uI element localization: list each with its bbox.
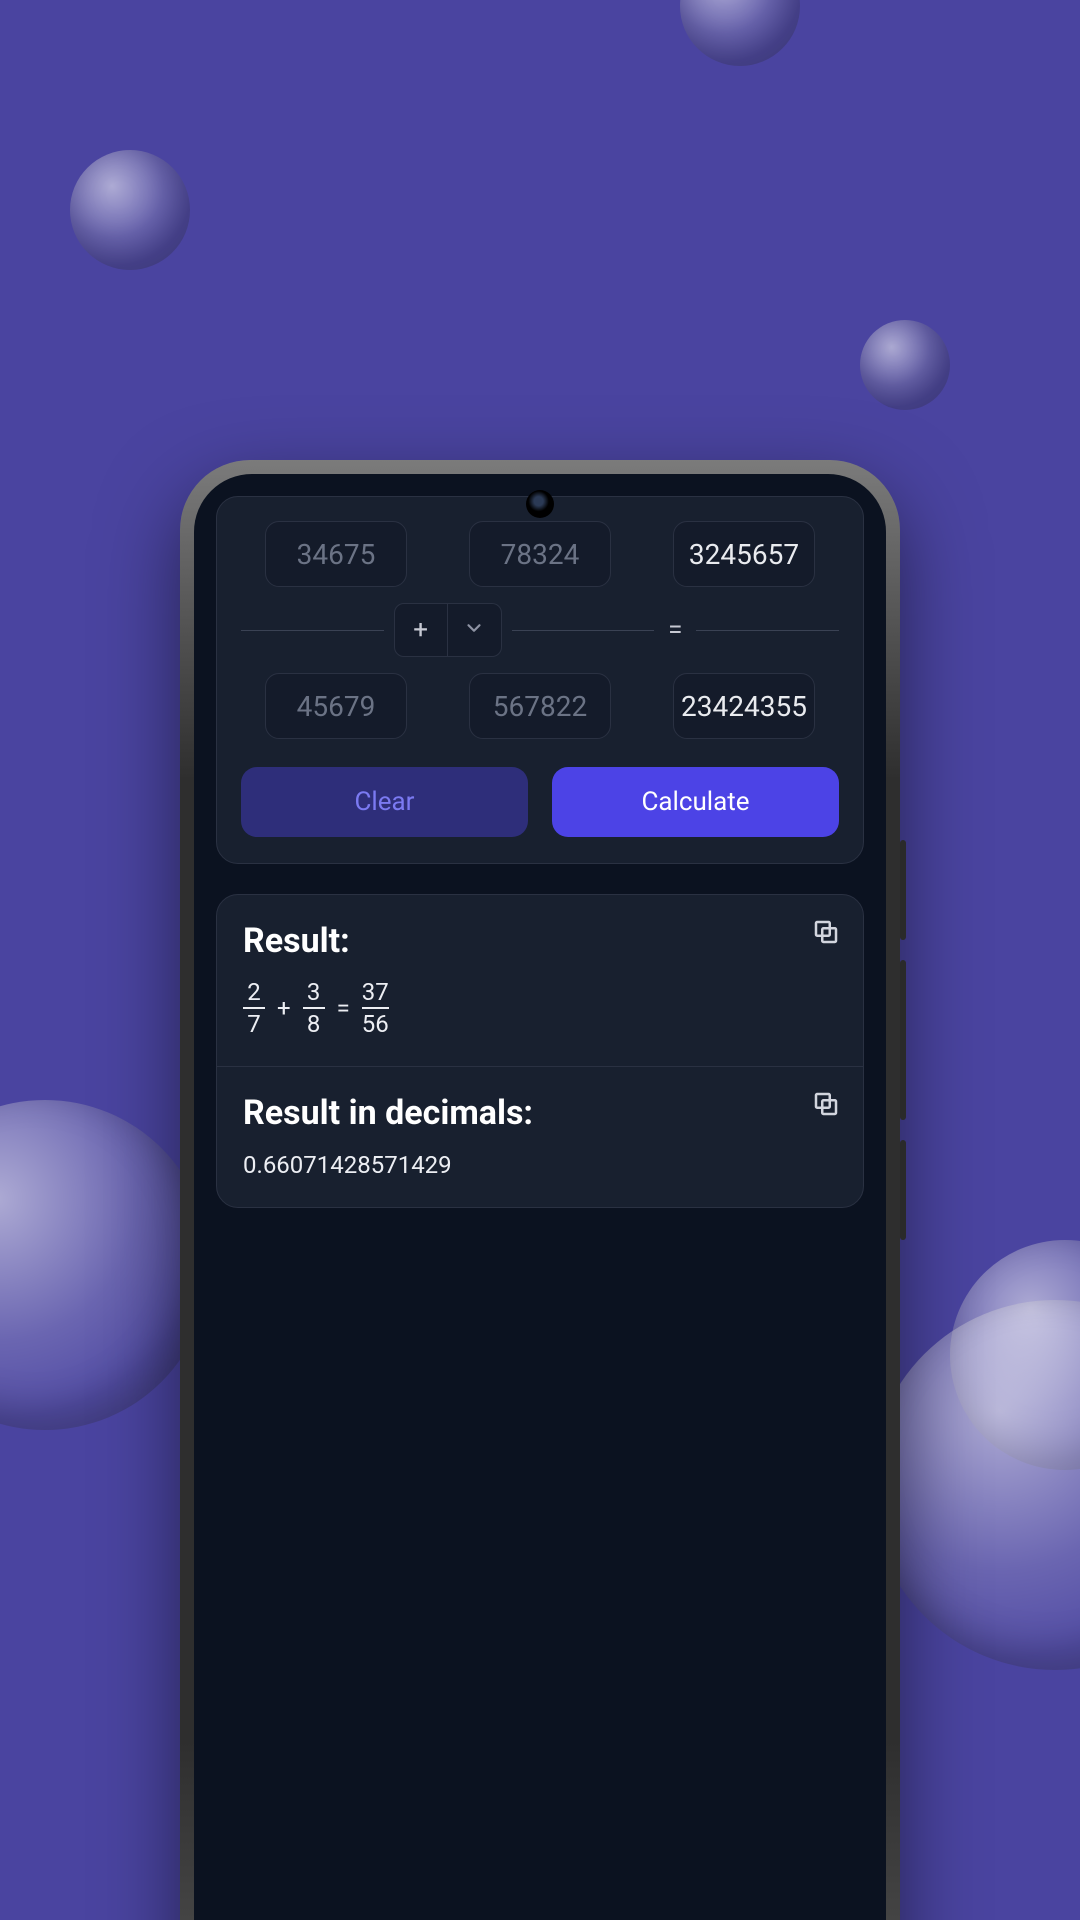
expr-b-den: 8 — [303, 1007, 325, 1037]
phone-camera — [526, 490, 554, 518]
fraction1-denominator-input[interactable]: 45679 — [265, 673, 407, 739]
fraction1-den-block: 45679 — [241, 673, 431, 739]
expr-b-num: 3 — [307, 979, 321, 1005]
expr-eq: = — [337, 994, 350, 1022]
phone-frame: 34675 78324 3245657 + = — [180, 460, 900, 1920]
result-decimal-title: Result in decimals: — [243, 1093, 837, 1133]
decorative-sphere — [70, 150, 190, 270]
result-expression: 2 7 + 3 8 = 37 56 — [243, 979, 837, 1038]
expr-r-den: 56 — [362, 1007, 389, 1037]
fraction2-denominator-input[interactable]: 567822 — [469, 673, 611, 739]
copy-icon — [811, 932, 841, 951]
copy-icon — [811, 1104, 841, 1123]
fraction-denominator-row: 45679 567822 23424355 — [241, 673, 839, 739]
decorative-sphere — [860, 320, 950, 410]
expr-r-num: 37 — [362, 979, 389, 1005]
operator-row: + = — [241, 603, 839, 657]
results-card: Result: 2 7 + 3 8 = 37 56 — [216, 894, 864, 1208]
result-fraction-section: Result: 2 7 + 3 8 = 37 56 — [217, 895, 863, 1066]
phone-side-button — [900, 960, 906, 1120]
calculator-card: 34675 78324 3245657 + = — [216, 496, 864, 864]
fraction1-numerator-input[interactable]: 34675 — [265, 521, 407, 587]
fraction1-divider — [241, 630, 384, 631]
copy-decimal-button[interactable] — [811, 1089, 841, 1123]
decorative-sphere — [870, 1300, 1080, 1670]
operator-dropdown[interactable] — [448, 603, 502, 657]
decorative-sphere — [0, 1100, 210, 1430]
expr-fraction-b: 3 8 — [303, 979, 325, 1038]
button-row: Clear Calculate — [241, 767, 839, 837]
fraction-input-row: 34675 78324 3245657 — [241, 521, 839, 587]
chevron-down-icon — [463, 617, 485, 643]
phone-screen: 34675 78324 3245657 + = — [194, 474, 886, 1920]
clear-button[interactable]: Clear — [241, 767, 528, 837]
result-den-block: 23424355 — [649, 673, 839, 739]
phone-side-button — [900, 1140, 906, 1240]
expr-fraction-result: 37 56 — [362, 979, 389, 1038]
expr-fraction-a: 2 7 — [243, 979, 265, 1038]
result-divider — [696, 630, 839, 631]
fraction2-divider — [512, 630, 655, 631]
decorative-sphere — [680, 0, 800, 66]
expr-a-num: 2 — [247, 979, 261, 1005]
result-title: Result: — [243, 921, 837, 961]
fraction2-numerator-input[interactable]: 78324 — [469, 521, 611, 587]
result-denominator-output: 23424355 — [673, 673, 815, 739]
phone-side-button — [900, 840, 906, 940]
expr-op: + — [277, 994, 291, 1022]
fraction2-den-block: 567822 — [445, 673, 635, 739]
result-decimal-section: Result in decimals: 0.66071428571429 — [217, 1066, 863, 1207]
operator-display: + — [394, 603, 448, 657]
result-fraction-block: 3245657 — [649, 521, 839, 587]
result-decimal-value: 0.66071428571429 — [243, 1151, 837, 1179]
result-numerator-output: 3245657 — [673, 521, 815, 587]
expr-a-den: 7 — [243, 1007, 265, 1037]
equals-sign: = — [668, 615, 682, 645]
calculate-button[interactable]: Calculate — [552, 767, 839, 837]
fraction2-block: 78324 — [445, 521, 635, 587]
fraction1-block: 34675 — [241, 521, 431, 587]
copy-result-button[interactable] — [811, 917, 841, 951]
